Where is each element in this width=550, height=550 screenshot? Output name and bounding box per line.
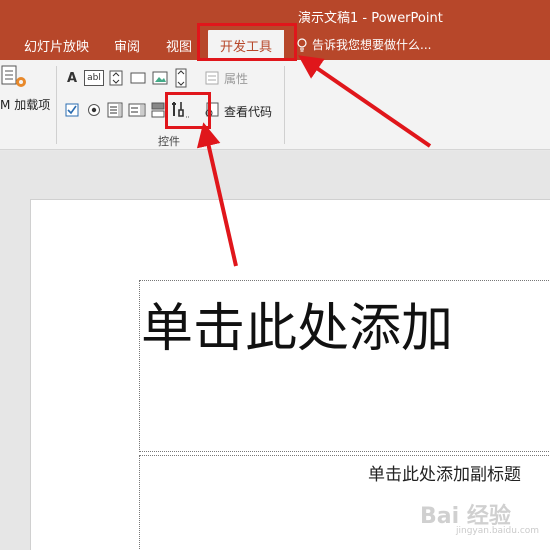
image-control-icon[interactable] <box>152 70 168 86</box>
baidu-watermark-url: jingyan.baidu.com <box>456 526 540 536</box>
title-placeholder-text: 单击此处添加 <box>141 299 454 359</box>
tab-view[interactable]: 视图 <box>166 36 192 55</box>
view-code-label[interactable]: 查看代码 <box>224 103 272 120</box>
controls-group-label: 控件 <box>158 135 180 148</box>
tab-slideshow[interactable]: 幻灯片放映 <box>24 36 89 55</box>
tell-me-label: 告诉我您想要做什么... <box>312 38 432 52</box>
command-button-icon[interactable] <box>130 70 146 86</box>
spin-button-icon[interactable] <box>108 70 124 86</box>
lightbulb-icon <box>297 37 307 52</box>
addins-text: 加载项 <box>14 98 51 112</box>
slide-canvas: 单击此处添加 单击此处添加副标题 <box>0 151 550 550</box>
properties-label[interactable]: 属性 <box>224 70 248 87</box>
checkbox-control-icon[interactable] <box>64 102 80 118</box>
window-title: 演示文稿1 - PowerPoint <box>298 11 443 26</box>
textbox-control-icon[interactable]: abl <box>84 70 104 86</box>
separator <box>284 66 285 144</box>
label-control-icon[interactable]: A <box>64 70 80 86</box>
subtitle-placeholder-text: 单击此处添加副标题 <box>368 465 521 485</box>
ribbon-panel: M 加载项 A abl 属性 查看代码 控件 <box>0 60 550 150</box>
developer-tab-highlight <box>197 23 297 61</box>
addins-icon[interactable] <box>0 62 30 92</box>
option-button-icon[interactable] <box>86 102 102 118</box>
scroll-bar-icon[interactable] <box>174 68 188 88</box>
combo-box-icon[interactable] <box>128 102 146 118</box>
toggle-button-icon[interactable] <box>150 102 166 118</box>
separator <box>56 66 57 144</box>
list-box-icon[interactable] <box>106 102 124 118</box>
addins-prefix: M <box>0 98 11 112</box>
tell-me-search[interactable]: 告诉我您想要做什么... <box>296 36 431 53</box>
addins-label[interactable]: M 加载项 <box>0 96 50 113</box>
more-controls-highlight <box>165 92 211 129</box>
properties-icon[interactable] <box>204 70 220 86</box>
tab-review[interactable]: 审阅 <box>114 36 140 55</box>
